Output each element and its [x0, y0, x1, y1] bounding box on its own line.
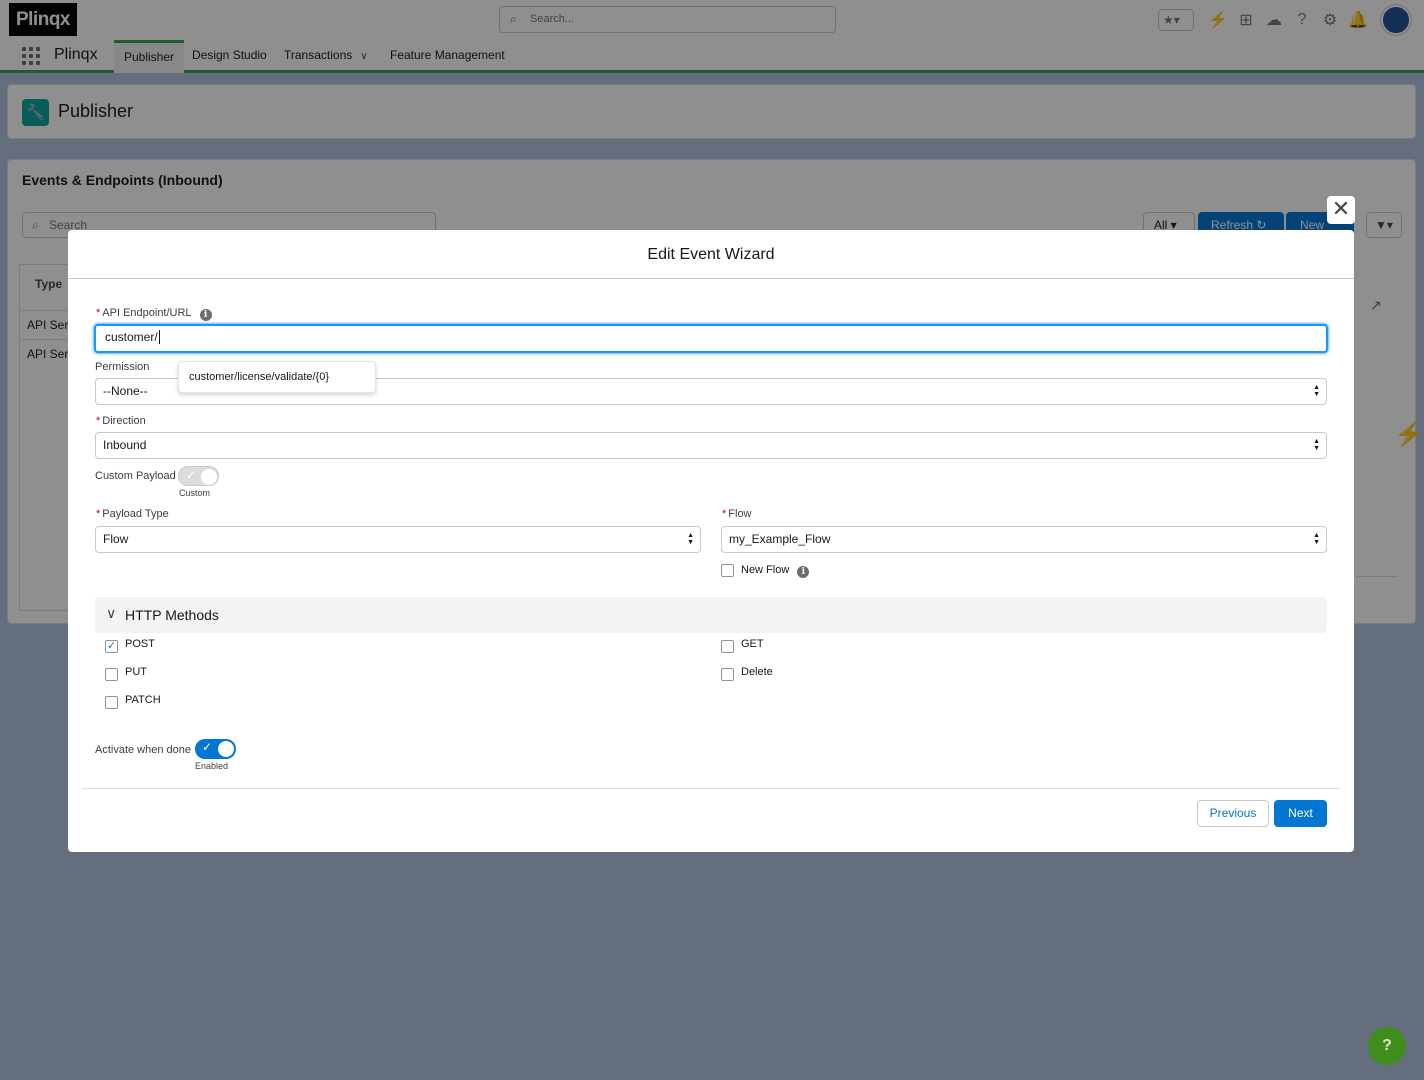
activate-state: Enabled: [195, 761, 229, 771]
delete-label: Delete: [741, 666, 773, 678]
get-checkbox[interactable]: [721, 640, 734, 653]
delete-checkbox[interactable]: [721, 668, 734, 681]
put-label: PUT: [125, 666, 147, 678]
put-checkbox[interactable]: [105, 668, 118, 681]
payload-type-label: * Payload Type: [96, 508, 169, 520]
select-arrows-icon: ▲ ▼: [1313, 438, 1320, 452]
custom-payload-label: Custom Payload: [95, 470, 176, 482]
modal-title: Edit Event Wizard: [68, 230, 1354, 279]
flow-label: * Flow: [722, 508, 752, 520]
edit-event-modal: Edit Event Wizard * API Endpoint/URL i cus…: [68, 230, 1354, 852]
help-button[interactable]: ?: [1368, 1027, 1406, 1065]
direction-select[interactable]: Inbound ▲ ▼: [95, 432, 1327, 459]
activate-toggle[interactable]: ✓: [195, 739, 236, 759]
select-arrows-icon: ▲ ▼: [1313, 532, 1320, 546]
next-button[interactable]: Next: [1274, 800, 1327, 827]
footer-divider: [82, 788, 1340, 789]
flow-select[interactable]: my_Example_Flow ▲ ▼: [721, 526, 1327, 553]
post-label: POST: [125, 638, 155, 650]
endpoint-suggestion[interactable]: customer/license/validate/{0}: [178, 361, 376, 393]
check-icon: ✓: [186, 468, 197, 482]
http-methods-section[interactable]: ∨ HTTP Methods: [95, 597, 1327, 633]
chevron-down-icon[interactable]: ∨: [106, 605, 116, 622]
patch-label: PATCH: [125, 694, 161, 706]
select-arrows-icon: ▲ ▼: [1313, 384, 1320, 398]
direction-label: * Direction: [96, 415, 146, 427]
check-icon: ✓: [202, 740, 213, 754]
patch-checkbox[interactable]: [105, 696, 118, 709]
info-icon[interactable]: i: [199, 309, 212, 321]
new-flow-label: New Flow i: [741, 564, 810, 578]
new-flow-checkbox[interactable]: [721, 564, 734, 577]
custom-payload-state: Custom: [179, 488, 211, 498]
close-icon[interactable]: ✕: [1327, 196, 1355, 224]
endpoint-input[interactable]: customer/: [94, 324, 1328, 353]
custom-payload-toggle[interactable]: ✓: [178, 466, 219, 486]
activate-label: Activate when done: [95, 744, 192, 756]
select-arrows-icon: ▲ ▼: [687, 532, 694, 546]
post-checkbox[interactable]: ✓: [105, 640, 118, 653]
http-methods-title: HTTP Methods: [125, 607, 219, 623]
get-label: GET: [741, 638, 764, 650]
permission-label: Permission: [95, 361, 150, 373]
previous-button[interactable]: Previous: [1197, 800, 1269, 827]
endpoint-label: * API Endpoint/URL i: [96, 307, 212, 321]
payload-type-select[interactable]: Flow ▲ ▼: [95, 526, 701, 553]
info-icon[interactable]: i: [797, 566, 810, 578]
